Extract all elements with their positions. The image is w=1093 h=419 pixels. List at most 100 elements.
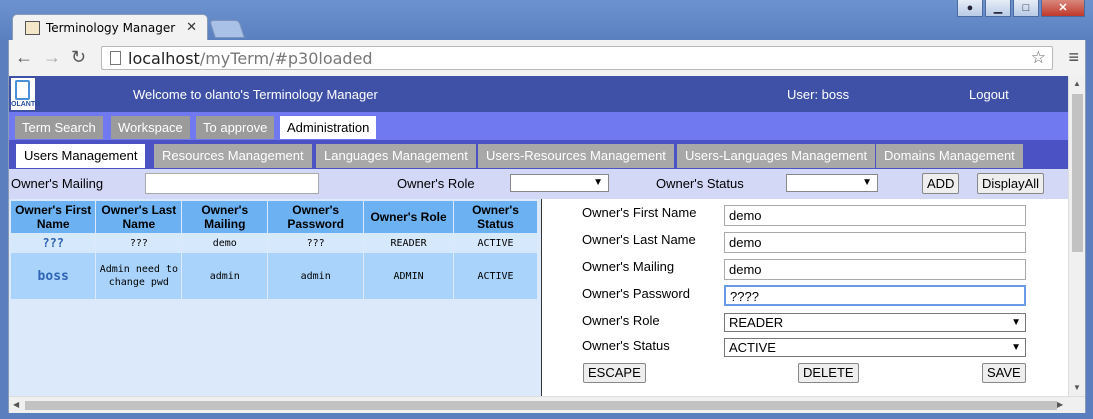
tab-resources-management[interactable]: Resources Management bbox=[154, 144, 312, 168]
delete-button[interactable]: DELETE bbox=[798, 363, 859, 383]
cell-last-name: ??? bbox=[95, 233, 183, 253]
tab-languages-management[interactable]: Languages Management bbox=[316, 144, 476, 168]
status-label: Owner's Status bbox=[582, 338, 670, 353]
filter-role-select[interactable]: ▼ bbox=[510, 174, 609, 192]
tab-users-management[interactable]: Users Management bbox=[16, 144, 146, 168]
filter-mailing-label: Owner's Mailing bbox=[11, 176, 104, 191]
table-header-row: Owner's First Name Owner's Last Name Own… bbox=[11, 201, 538, 233]
logo-mark bbox=[15, 80, 30, 100]
vertical-scrollbar[interactable]: ▲ ▼ bbox=[1068, 76, 1085, 396]
users-list-panel: Owner's First Name Owner's Last Name Own… bbox=[9, 199, 542, 396]
window-titlebar: Terminology Manager ✕ ● ▁ □ ✕ bbox=[0, 0, 1093, 41]
col-first-name: Owner's First Name bbox=[11, 201, 97, 233]
status-select[interactable]: ACTIVE ▼ bbox=[724, 338, 1026, 357]
cell-status: ACTIVE bbox=[453, 253, 538, 299]
tab-to-approve[interactable]: To approve bbox=[196, 116, 275, 139]
maximize-button[interactable]: □ bbox=[1013, 0, 1039, 17]
mailing-label: Owner's Mailing bbox=[582, 259, 675, 274]
scroll-down-icon[interactable]: ▼ bbox=[1073, 383, 1081, 392]
chevron-down-icon: ▼ bbox=[1011, 342, 1021, 353]
user-label: User: boss bbox=[787, 87, 850, 102]
first-name-label: Owner's First Name bbox=[582, 205, 697, 220]
user-icon[interactable]: ● bbox=[957, 0, 983, 17]
escape-button[interactable]: ESCAPE bbox=[583, 363, 646, 383]
welcome-text: Welcome to olanto's Terminology Manager bbox=[133, 87, 378, 102]
favicon-icon bbox=[25, 21, 40, 35]
status-select-value: ACTIVE bbox=[729, 340, 776, 355]
table-row[interactable]: ??? ??? demo ??? READER ACTIVE bbox=[11, 233, 538, 253]
vertical-scroll-thumb[interactable] bbox=[1072, 94, 1083, 252]
filter-mailing-input[interactable] bbox=[145, 173, 319, 194]
cell-status: ACTIVE bbox=[453, 233, 538, 253]
cell-last-name: Admin need to change pwd bbox=[95, 253, 183, 299]
back-icon[interactable]: ← bbox=[15, 47, 33, 68]
last-name-input[interactable]: demo bbox=[724, 232, 1026, 253]
last-name-label: Owner's Last Name bbox=[582, 232, 696, 247]
new-tab-button[interactable] bbox=[209, 20, 245, 38]
chevron-down-icon: ▼ bbox=[1011, 317, 1021, 328]
password-label: Owner's Password bbox=[582, 286, 690, 301]
col-password: Owner's Password bbox=[267, 201, 365, 233]
horizontal-scroll-thumb[interactable] bbox=[25, 401, 1057, 410]
scroll-right-icon[interactable]: ▶ bbox=[1057, 400, 1063, 409]
close-window-button[interactable]: ✕ bbox=[1041, 0, 1085, 17]
main-tabs: Term Search Workspace To approve Adminis… bbox=[9, 112, 1070, 140]
logo-text: OLANTO bbox=[11, 101, 41, 108]
browser-toolbar: ← → ↻ localhost/myTerm/#p30loaded ☆ ≡ bbox=[8, 40, 1086, 76]
col-status: Owner's Status bbox=[453, 201, 538, 233]
first-name-input[interactable]: demo bbox=[724, 205, 1026, 226]
browser-tab[interactable]: Terminology Manager ✕ bbox=[12, 14, 208, 41]
role-label: Owner's Role bbox=[582, 313, 660, 328]
cell-password: admin bbox=[267, 253, 365, 299]
tab-administration[interactable]: Administration bbox=[280, 116, 377, 139]
cell-role: READER bbox=[363, 233, 455, 253]
user-edit-form: Owner's First Name demo Owner's Last Nam… bbox=[543, 199, 1070, 396]
role-select[interactable]: READER ▼ bbox=[724, 313, 1026, 332]
col-role: Owner's Role bbox=[363, 201, 455, 233]
filter-status-label: Owner's Status bbox=[656, 176, 744, 191]
tab-close-icon[interactable]: ✕ bbox=[186, 19, 197, 35]
cell-first-name[interactable]: boss bbox=[11, 253, 97, 299]
mailing-input[interactable]: demo bbox=[724, 259, 1026, 280]
chevron-down-icon: ▼ bbox=[862, 177, 872, 188]
col-last-name: Owner's Last Name bbox=[95, 201, 183, 233]
password-input[interactable]: ???? bbox=[724, 285, 1026, 306]
table-row[interactable]: boss Admin need to change pwd admin admi… bbox=[11, 253, 538, 299]
scroll-up-icon[interactable]: ▲ bbox=[1073, 79, 1081, 88]
tab-workspace[interactable]: Workspace bbox=[111, 116, 190, 139]
olanto-logo: OLANTO bbox=[11, 78, 40, 110]
cell-mailing: admin bbox=[181, 253, 269, 299]
display-all-button[interactable]: DisplayAll bbox=[977, 173, 1045, 194]
tab-term-search[interactable]: Term Search bbox=[15, 116, 103, 139]
window-controls: ● ▁ □ ✕ bbox=[957, 0, 1085, 17]
users-table: Owner's First Name Owner's Last Name Own… bbox=[11, 201, 538, 299]
tab-users-languages-management[interactable]: Users-Languages Management bbox=[677, 144, 876, 168]
app: OLANTO Welcome to olanto's Terminology M… bbox=[9, 76, 1070, 396]
add-button[interactable]: ADD bbox=[922, 173, 960, 194]
role-select-value: READER bbox=[729, 315, 784, 330]
address-bar[interactable]: localhost/myTerm/#p30loaded ☆ bbox=[101, 46, 1053, 70]
cell-password: ??? bbox=[267, 233, 365, 253]
horizontal-scrollbar[interactable]: ◀ ▶ bbox=[9, 396, 1085, 413]
chevron-down-icon: ▼ bbox=[593, 177, 603, 188]
forward-icon[interactable]: → bbox=[43, 47, 61, 68]
cell-first-name[interactable]: ??? bbox=[11, 233, 97, 253]
tab-domains-management[interactable]: Domains Management bbox=[876, 144, 1023, 168]
cell-role: ADMIN bbox=[363, 253, 455, 299]
menu-icon[interactable]: ≡ bbox=[1068, 47, 1079, 68]
minimize-button[interactable]: ▁ bbox=[985, 0, 1011, 17]
filter-bar: Owner's Mailing Owner's Role ▼ Owner's S… bbox=[9, 169, 1070, 199]
cell-mailing: demo bbox=[181, 233, 269, 253]
admin-subtabs: Users Management Resources Management La… bbox=[9, 140, 1070, 169]
filter-role-label: Owner's Role bbox=[397, 176, 475, 191]
scroll-left-icon[interactable]: ◀ bbox=[13, 400, 19, 409]
reload-icon[interactable]: ↻ bbox=[71, 47, 86, 68]
page-viewport: OLANTO Welcome to olanto's Terminology M… bbox=[8, 76, 1086, 413]
tab-users-resources-management[interactable]: Users-Resources Management bbox=[478, 144, 674, 168]
url-text: localhost/myTerm/#p30loaded bbox=[128, 49, 373, 68]
save-button[interactable]: SAVE bbox=[982, 363, 1026, 383]
filter-status-select[interactable]: ▼ bbox=[786, 174, 878, 192]
tab-title: Terminology Manager bbox=[46, 21, 176, 35]
bookmark-star-icon[interactable]: ☆ bbox=[1031, 48, 1046, 68]
logout-link[interactable]: Logout bbox=[969, 87, 1009, 102]
